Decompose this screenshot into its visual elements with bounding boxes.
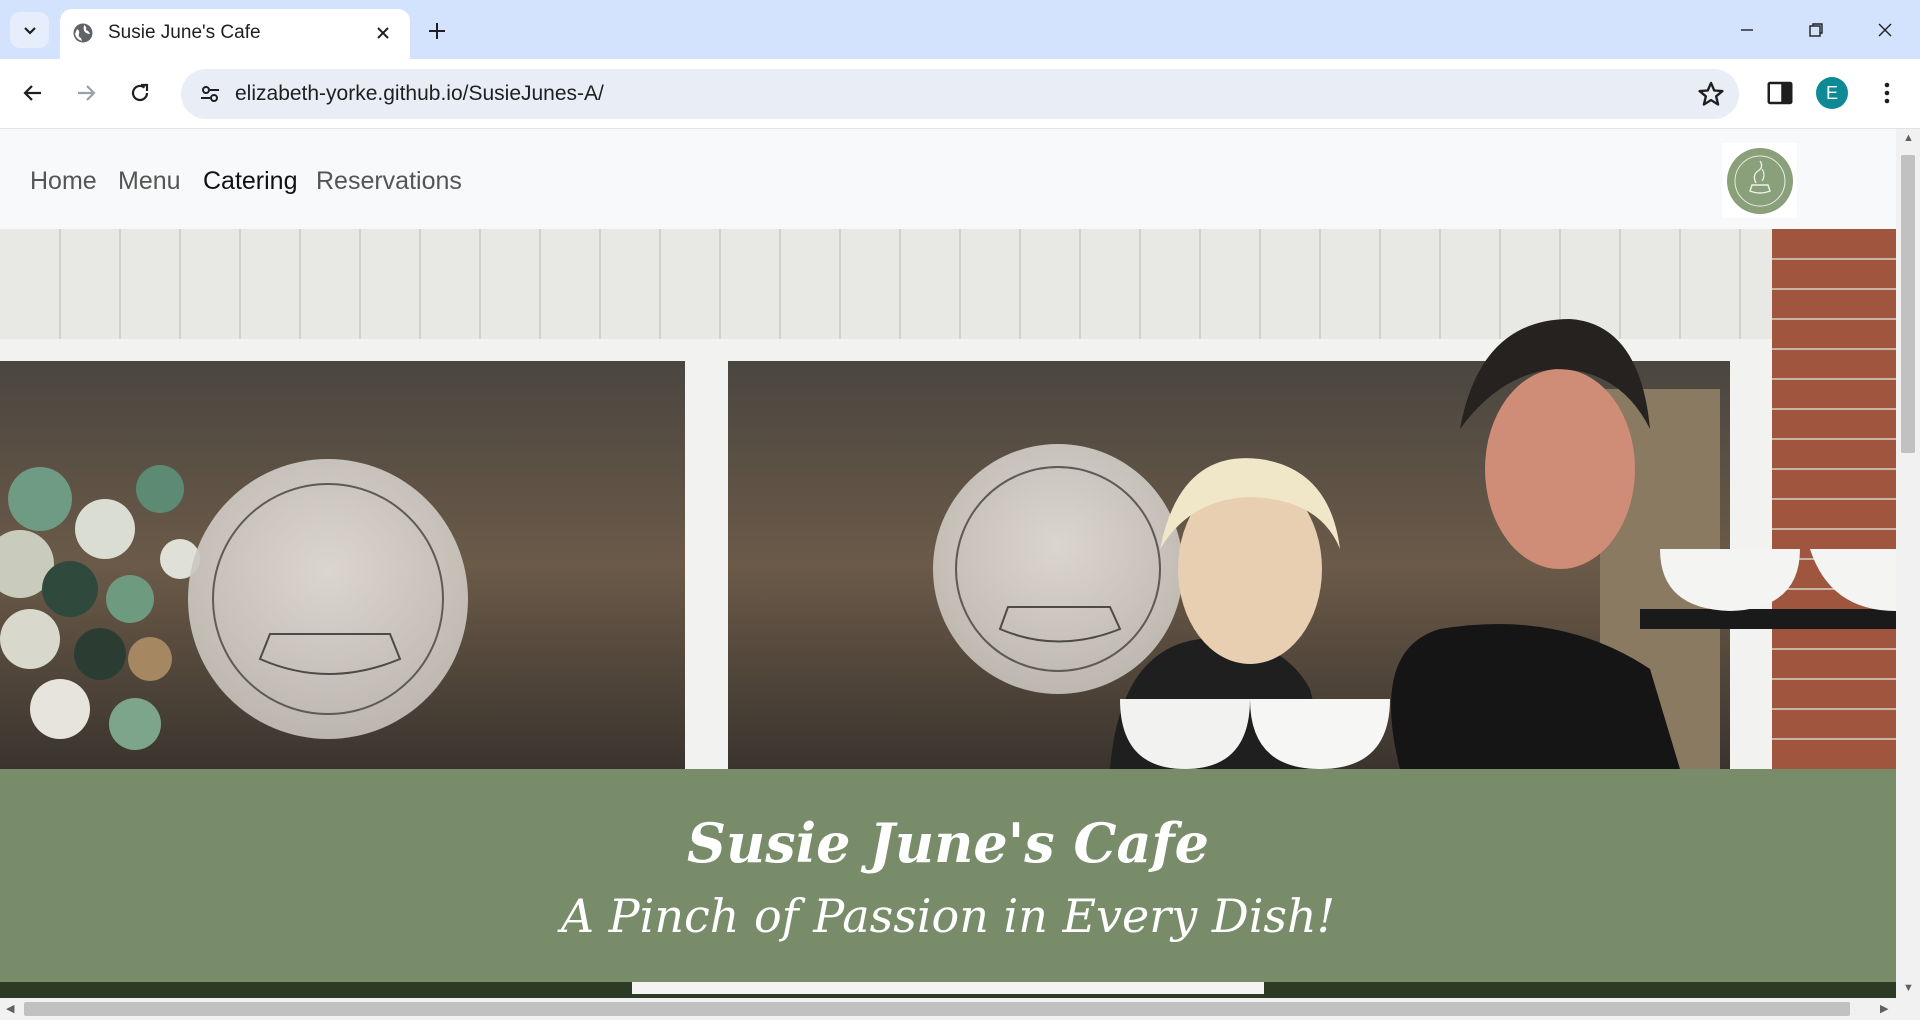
reload-icon [131,83,149,102]
scroll-up-arrow-icon[interactable]: ▲ [1903,132,1914,144]
cafe-name-heading: Susie June's Cafe [686,811,1210,875]
nav-link-catering[interactable]: Catering [203,167,298,196]
forward-icon [78,85,96,101]
site-info-button[interactable] [193,77,227,111]
reload-button[interactable] [120,73,160,113]
horizontal-scroll-thumb[interactable] [24,1002,1850,1016]
site-info-icon [201,86,219,102]
site-navbar: Home Menu Catering Reservations [0,129,1896,229]
close-tab-button[interactable] [370,20,396,46]
divider-highlight [632,982,1264,994]
minimize-button[interactable] [1724,12,1770,48]
address-bar[interactable]: elizabeth-yorke.github.io/SusieJunes-A/ [181,69,1739,119]
hero-banner: Susie June's Cafe A Pinch of Passion in … [0,769,1896,998]
minimize-icon [1741,29,1753,31]
globe-icon [73,23,93,43]
vertical-scrollbar[interactable]: ▲ ▼ [1896,129,1920,998]
nav-link-menu[interactable]: Menu [118,167,181,196]
scroll-down-arrow-icon[interactable]: ▼ [1903,982,1914,994]
side-panel-icon[interactable] [1765,78,1795,108]
close-window-icon [1878,23,1892,37]
cafe-storefront-illustration [0,229,1896,769]
cafe-tagline: A Pinch of Passion in Every Dish! [560,889,1336,943]
more-icon [1884,82,1890,104]
page-viewport: Home Menu Catering Reservations Susie Ju… [0,129,1896,998]
browser-toolbar: elizabeth-yorke.github.io/SusieJunes-A/ … [0,59,1920,129]
browser-tab[interactable]: Susie June's Cafe [60,9,410,59]
horizontal-scrollbar[interactable]: ◀ ▶ [0,998,1920,1020]
chevron-down-icon [23,27,36,35]
more-menu-button[interactable] [1872,77,1902,109]
close-window-button[interactable] [1862,12,1908,48]
restore-icon [1809,23,1823,37]
profile-avatar[interactable]: E [1816,77,1848,109]
restore-button[interactable] [1793,12,1839,48]
close-icon [377,27,389,39]
plus-icon [429,23,445,39]
tab-search-button[interactable] [10,12,49,48]
cafe-logo[interactable] [1722,143,1797,218]
scroll-left-arrow-icon[interactable]: ◀ [6,1002,14,1015]
hero-photo [0,229,1896,769]
scroll-right-arrow-icon[interactable]: ▶ [1880,1002,1888,1015]
back-button[interactable] [13,73,53,113]
back-icon [23,85,41,101]
cafe-logo-icon [1726,147,1793,214]
vertical-scroll-thumb[interactable] [1901,155,1915,453]
forward-button[interactable] [66,73,106,113]
url-text[interactable]: elizabeth-yorke.github.io/SusieJunes-A/ [235,82,604,106]
new-tab-button[interactable] [420,14,454,48]
star-icon[interactable] [1697,80,1725,108]
nav-link-home[interactable]: Home [30,167,97,196]
browser-tab-bar: Susie June's Cafe [0,0,1920,59]
tab-title: Susie June's Cafe [108,22,261,43]
nav-link-reservations[interactable]: Reservations [316,167,462,196]
section-divider [0,982,1896,998]
